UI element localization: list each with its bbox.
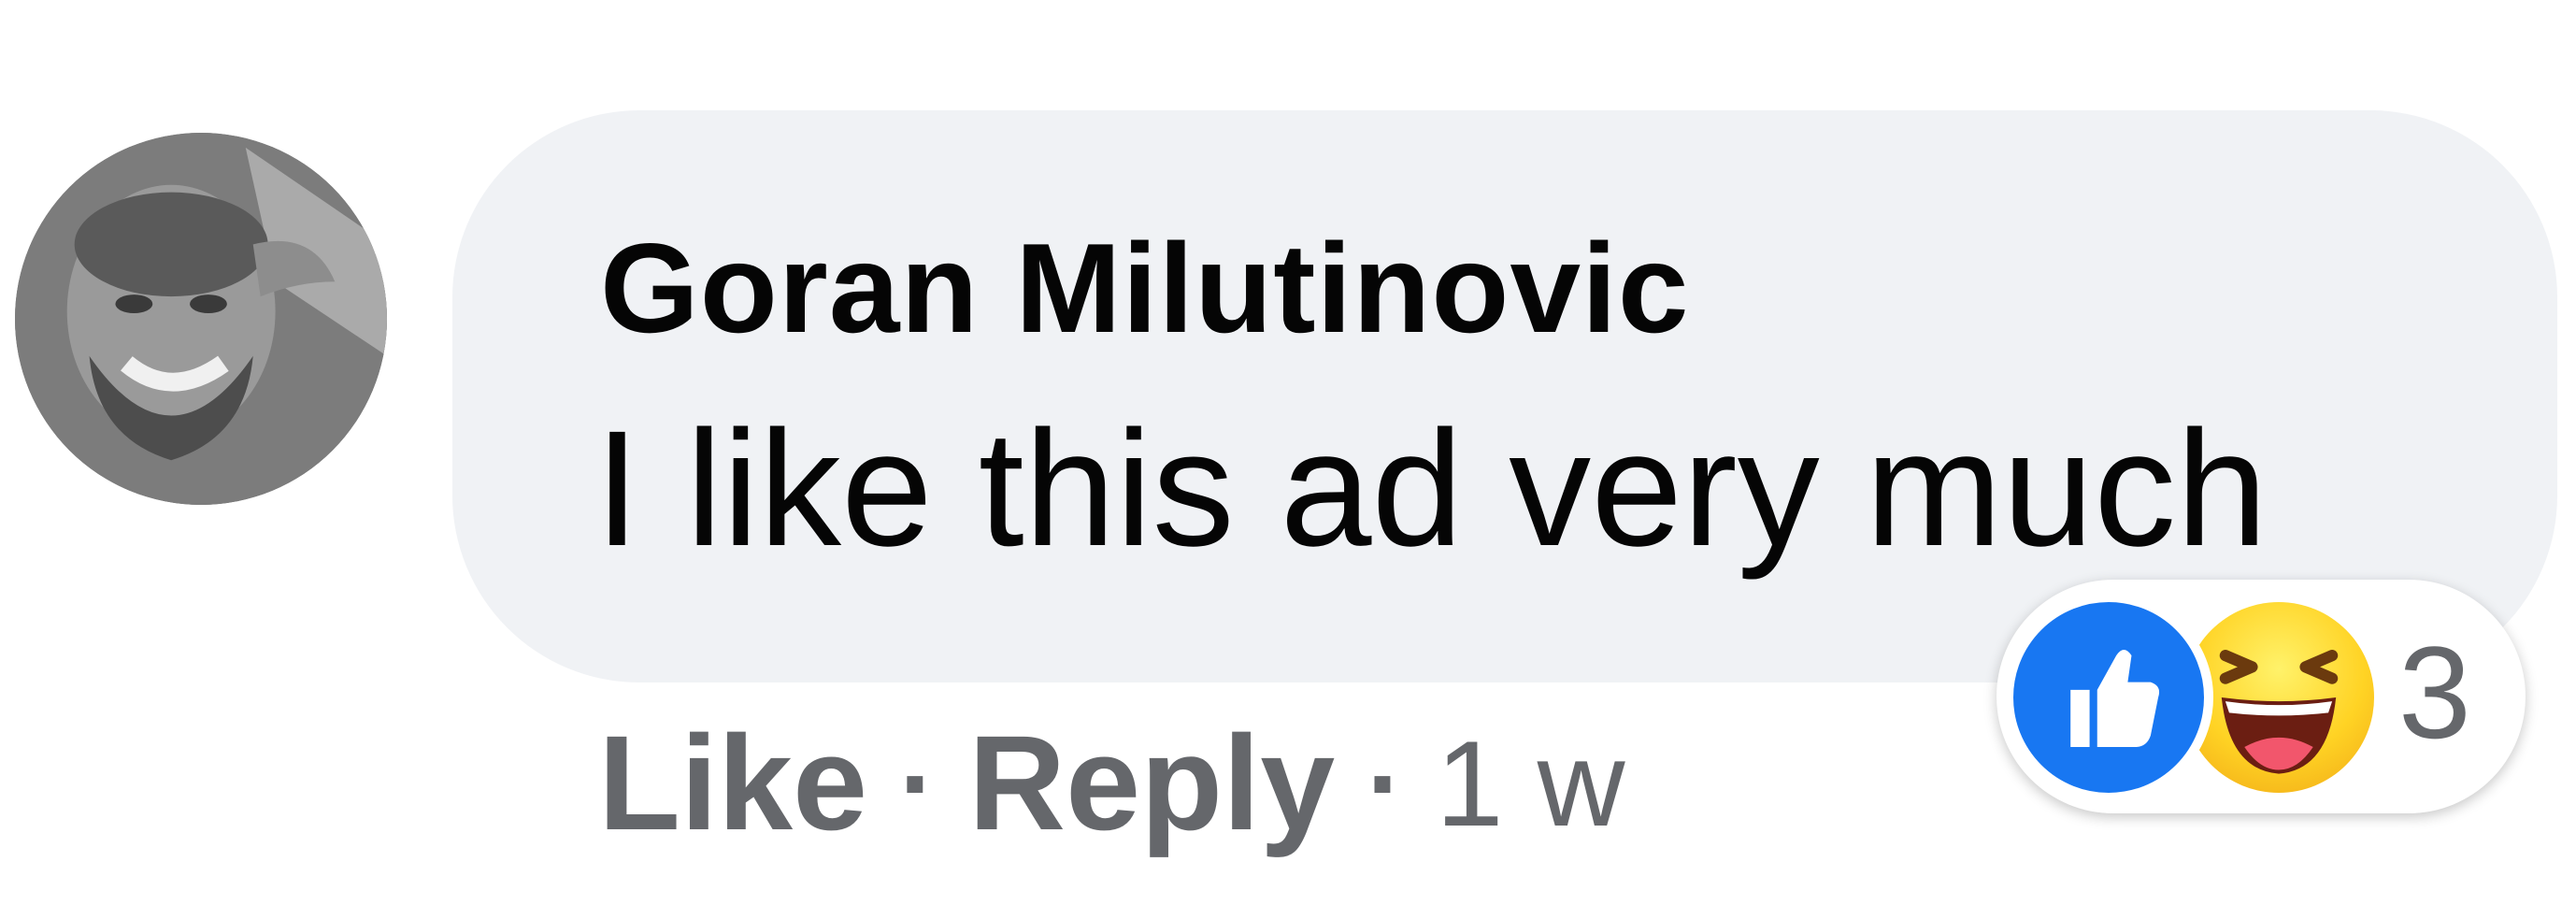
separator: · [899, 721, 937, 846]
reply-button[interactable]: Reply [968, 706, 1335, 861]
comment-actions: Like · Reply · 1 w [598, 699, 1625, 868]
avatar-photo-icon [15, 133, 387, 505]
comment-text: I like this ad very much [594, 397, 2268, 581]
reactions-summary[interactable]: 3 [1996, 580, 2526, 813]
like-icon [2004, 593, 2213, 802]
avatar[interactable] [15, 133, 387, 505]
comment-author[interactable]: Goran Milutinovic [600, 215, 1690, 361]
like-button[interactable]: Like [598, 706, 867, 861]
reaction-count: 3 [2398, 619, 2471, 766]
comment: Goran Milutinovic I like this ad very mu… [0, 0, 2576, 905]
timestamp[interactable]: 1 w [1436, 713, 1624, 854]
separator: · [1367, 721, 1405, 846]
